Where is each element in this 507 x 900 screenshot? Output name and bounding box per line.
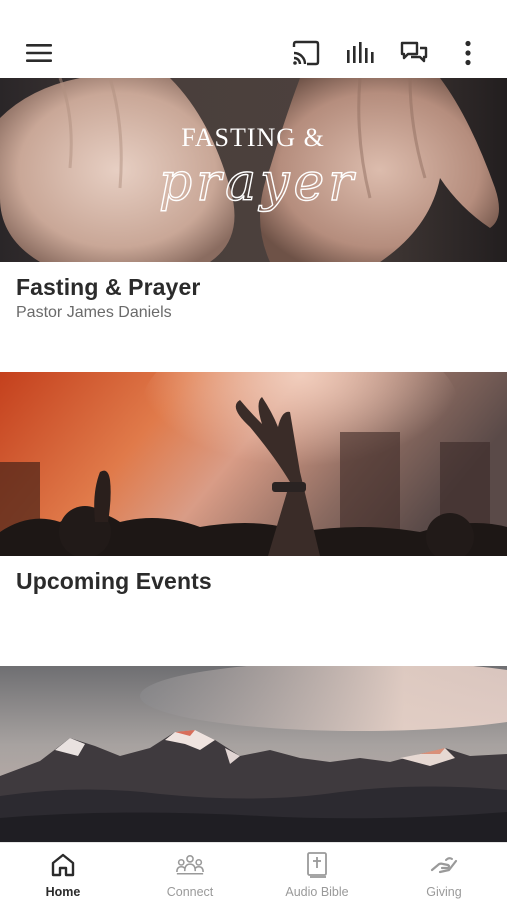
feed-card-fasting-prayer[interactable]: FASTING & prayer Fasting & Prayer Pastor… [0,78,507,372]
home-icon [49,851,77,879]
tab-connect[interactable]: Connect [127,843,253,900]
tab-giving-label: Giving [426,885,462,899]
chat-bubbles-icon [400,40,428,66]
home-feed: FASTING & prayer Fasting & Prayer Pastor… [0,78,507,842]
menu-button[interactable] [21,35,57,71]
audio-button[interactable] [342,35,378,71]
tab-giving[interactable]: Giving [381,843,507,900]
fasting-prayer-image: FASTING & prayer [0,78,507,262]
status-bar [0,0,507,28]
tab-home[interactable]: Home [0,843,126,900]
card-subtitle: Pastor James Daniels [16,304,172,321]
people-group-icon [176,851,204,879]
tab-connect-label: Connect [166,885,214,899]
upcoming-events-image [0,372,507,556]
feed-card-mountains[interactable] [0,666,507,842]
giving-hand-icon [430,851,458,879]
more-vertical-icon [464,40,472,66]
mountains-image [0,666,507,842]
bottom-navigation: Home Connect Audio Bible Giving [0,842,507,900]
hamburger-menu-icon [25,42,53,64]
feed-card-upcoming-events[interactable]: Upcoming Events [0,372,507,666]
cast-button[interactable] [288,35,324,71]
app-bar [0,28,507,78]
tab-audio-bible[interactable]: Audio Bible [254,843,380,900]
bible-book-icon [303,851,331,879]
cast-icon [291,40,321,66]
audio-bars-icon [345,41,375,65]
messages-button[interactable] [396,35,432,71]
card-title: Fasting & Prayer [16,274,201,300]
image-title-line1: FASTING & [181,123,325,152]
image-title-line2: prayer [159,153,357,213]
tab-home-label: Home [45,885,81,899]
more-options-button[interactable] [450,35,486,71]
card-title: Upcoming Events [16,568,212,594]
tab-audio-bible-label: Audio Bible [285,885,349,899]
